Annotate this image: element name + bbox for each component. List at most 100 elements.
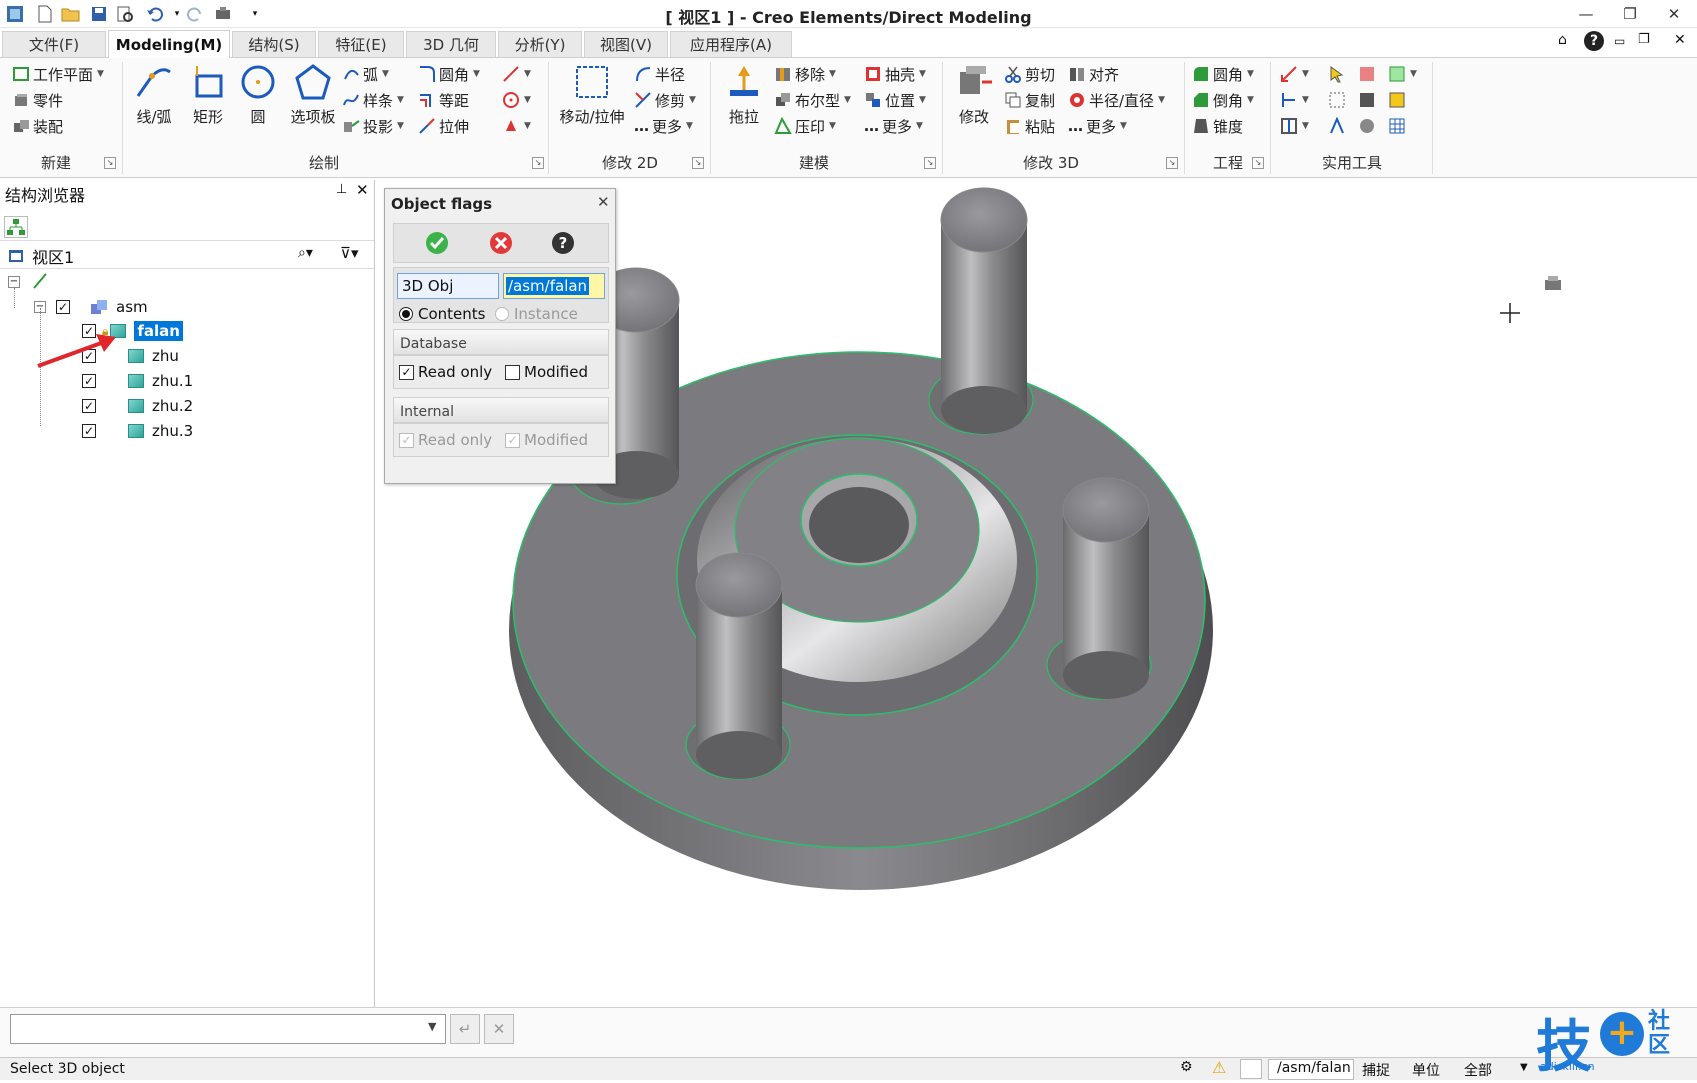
pin-icon[interactable]: ⊥ — [336, 182, 347, 197]
imprint-button[interactable]: 压印 ▼ — [774, 114, 836, 138]
cross-section-button[interactable]: ▼ — [1280, 114, 1309, 138]
doc-restore-icon[interactable]: ❐ — [1638, 32, 1650, 47]
clear-command-button[interactable]: ✕ — [484, 1014, 514, 1044]
doc-minimize-icon[interactable]: ▭ — [1614, 34, 1625, 48]
more-model-button[interactable]: … 更多 ▼ — [864, 114, 923, 138]
dimension-button[interactable]: ▼ — [1280, 88, 1309, 112]
snap-button[interactable]: 捕捉 — [1362, 1060, 1390, 1080]
more-2d-button[interactable]: … 更多 ▼ — [634, 114, 693, 138]
browser-close-icon[interactable]: ✕ — [356, 181, 369, 199]
dialog-help-button[interactable]: ? — [551, 231, 575, 259]
db-modified-checkbox[interactable]: Modified — [505, 363, 588, 381]
pull-button[interactable]: 拖拉 — [716, 62, 772, 127]
modify3d-launcher-icon[interactable]: ↘ — [1166, 157, 1178, 169]
close-button[interactable]: ✕ — [1660, 3, 1688, 25]
measure-button[interactable]: ▼ — [1280, 62, 1309, 86]
tool-button-c[interactable] — [1358, 114, 1376, 138]
contents-radio[interactable]: Contents — [399, 305, 485, 323]
taper-button[interactable]: 锥度 — [1192, 114, 1243, 138]
enter-command-button[interactable]: ↵ — [450, 1014, 480, 1044]
tool-button-a[interactable] — [1358, 62, 1376, 86]
minimize-button[interactable]: — — [1572, 3, 1600, 25]
radius-2d-button[interactable]: 半径 — [634, 62, 685, 86]
tree-item-zhu-2[interactable]: ✓ zhu.2 — [82, 395, 193, 417]
fillet-2d-button[interactable]: 圆角 ▼ — [418, 62, 480, 86]
tree-item-asm[interactable]: − ✓ asm — [34, 296, 148, 318]
dialog-close-icon[interactable]: ✕ — [597, 193, 610, 211]
restore-button[interactable]: ❐ — [1616, 3, 1644, 25]
tree-view-toggle[interactable] — [4, 216, 28, 238]
status-tool-icon[interactable]: ⚙ — [1180, 1059, 1193, 1075]
line-tool-button[interactable]: ▼ — [502, 62, 531, 86]
tab-analysis[interactable]: 分析(Y) — [498, 31, 582, 57]
help-icon[interactable]: ? — [1584, 31, 1604, 51]
workplane-button[interactable]: 工作平面 ▼ — [12, 62, 104, 86]
shell-button[interactable]: 抽壳 ▼ — [864, 62, 926, 86]
asm-visibility-checkbox[interactable]: ✓ — [56, 300, 70, 314]
fillet-3d-button[interactable]: 圆角 ▼ — [1192, 62, 1254, 86]
modify-3d-button[interactable]: 修改 — [946, 62, 1002, 127]
instance-radio[interactable]: Instance — [495, 305, 578, 323]
rectangle-button[interactable]: 矩形 — [180, 62, 236, 127]
trim-button[interactable]: 修剪 ▼ — [634, 88, 696, 112]
assembly-button[interactable]: 装配 — [12, 114, 63, 138]
tab-file[interactable]: 文件(F) — [2, 31, 106, 57]
tab-structure[interactable]: 结构(S) — [232, 31, 316, 57]
cancel-button[interactable] — [489, 231, 513, 259]
part-button[interactable]: 零件 — [12, 88, 63, 112]
more-3d-button[interactable]: … 更多 ▼ — [1068, 114, 1127, 138]
modify2d-launcher-icon[interactable]: ↘ — [692, 157, 704, 169]
draw-group-launcher-icon[interactable]: ↘ — [532, 157, 544, 169]
palette-button[interactable]: 选项板 — [284, 62, 342, 127]
object-type-field[interactable]: 3D Obj — [397, 273, 499, 299]
line-arc-button[interactable]: 线/弧 — [126, 62, 182, 127]
boolean-button[interactable]: 布尔型 ▼ — [774, 88, 851, 112]
tool-button-b[interactable] — [1358, 88, 1376, 112]
db-readonly-checkbox[interactable]: ✓ Read only — [399, 363, 492, 381]
spline-button[interactable]: 样条 ▼ — [342, 88, 404, 112]
zhu-1-visibility-checkbox[interactable]: ✓ — [82, 374, 96, 388]
filter-all-select[interactable]: 全部 — [1464, 1060, 1492, 1080]
select-button[interactable] — [1328, 62, 1346, 86]
select-box-button[interactable] — [1328, 88, 1346, 112]
copy-button[interactable]: 复制 — [1004, 88, 1055, 112]
tool-button-e[interactable] — [1388, 88, 1406, 112]
viewport-node[interactable]: 视区1 — [8, 244, 74, 268]
circle-button[interactable]: 圆 — [230, 62, 286, 127]
tool-button-f[interactable] — [1388, 114, 1406, 138]
binoculars-icon[interactable]: ⌕▾ — [298, 245, 313, 261]
align-button[interactable]: 对齐 — [1068, 62, 1119, 86]
command-input[interactable] — [10, 1014, 446, 1044]
construction-circle-button[interactable]: ▼ — [502, 88, 531, 112]
command-dropdown-icon[interactable]: ▼ — [428, 1020, 436, 1033]
zhu-2-visibility-checkbox[interactable]: ✓ — [82, 399, 96, 413]
root-collapse-toggle[interactable]: − — [8, 276, 20, 288]
filter-all-dropdown-icon[interactable]: ▼ — [1520, 1062, 1528, 1073]
tree-item-zhu-3[interactable]: ✓ zhu.3 — [82, 420, 193, 442]
paste-button[interactable]: 粘贴 — [1004, 114, 1055, 138]
offset-button[interactable]: 等距 — [418, 88, 469, 112]
doc-close-icon[interactable]: ✕ — [1674, 32, 1686, 48]
chamfer-button[interactable]: 倒角 ▼ — [1192, 88, 1254, 112]
filter-icon[interactable]: ⊽▾ — [340, 244, 359, 262]
remove-button[interactable]: 移除 ▼ — [774, 62, 836, 86]
point-tool-button[interactable] — [1328, 114, 1346, 138]
object-path-field[interactable]: /asm/falan — [503, 273, 605, 299]
collapse-ribbon-icon[interactable]: ⌂ — [1558, 32, 1567, 48]
units-button[interactable]: 单位 — [1412, 1060, 1440, 1080]
ok-button[interactable] — [425, 231, 449, 259]
tab-view[interactable]: 视图(V) — [584, 31, 668, 57]
tree-item-zhu-1[interactable]: ✓ zhu.1 — [82, 370, 193, 392]
model-launcher-icon[interactable]: ↘ — [924, 157, 936, 169]
zhu-3-visibility-checkbox[interactable]: ✓ — [82, 424, 96, 438]
tool-button-d[interactable]: ▼ — [1388, 62, 1417, 86]
move-stretch-button[interactable]: 移动/拉伸 — [556, 62, 628, 127]
position-button[interactable]: 位置 ▼ — [864, 88, 926, 112]
warning-icon[interactable]: ⚠ — [1212, 1058, 1226, 1077]
extend-button[interactable]: 拉伸 — [418, 114, 469, 138]
tab-3d-geometry[interactable]: 3D 几何 — [406, 31, 496, 57]
tab-modeling[interactable]: Modeling(M) — [108, 30, 230, 58]
radius-diameter-button[interactable]: 半径/直径 ▼ — [1068, 88, 1165, 112]
engineering-launcher-icon[interactable]: ↘ — [1252, 157, 1264, 169]
project-button[interactable]: 投影 ▼ — [342, 114, 404, 138]
